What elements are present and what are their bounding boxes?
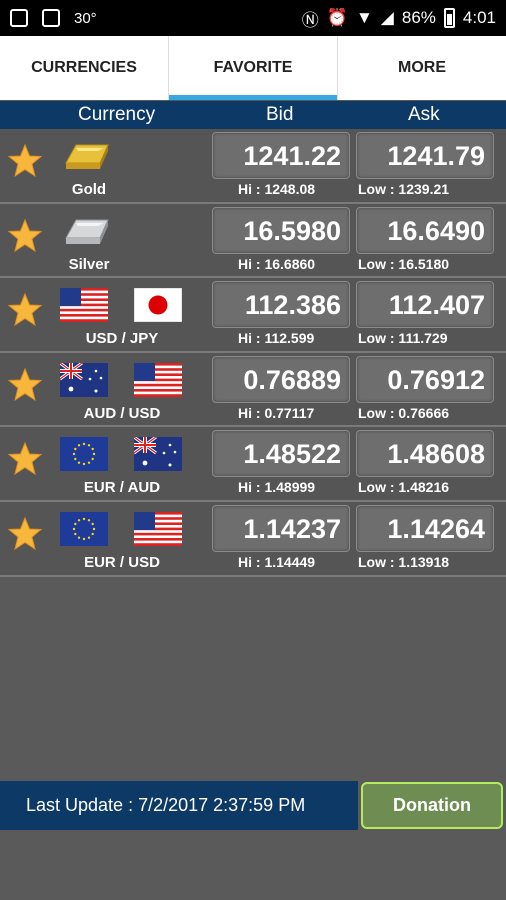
low-value: Low : 16.5180 — [358, 255, 450, 272]
ask-price: 16.6490 — [356, 206, 494, 254]
gold-bar-icon — [60, 137, 112, 173]
high-value: Hi : 16.6860 — [238, 255, 316, 272]
donation-button[interactable]: Donation — [361, 782, 503, 829]
temperature-text: 30° — [74, 9, 97, 27]
low-value: Low : 1239.21 — [358, 181, 450, 197]
column-header: Currency Bid Ask — [0, 101, 506, 129]
bid-price: 112.386 — [212, 281, 350, 329]
nfc-icon: Ⓝ — [301, 10, 319, 30]
signal-icon: ◢ — [380, 8, 394, 27]
pair-name: EUR / USD — [84, 553, 160, 571]
alarm-icon: ⏰ — [326, 8, 348, 27]
tab-favorite[interactable]: FAVORITE — [169, 36, 338, 100]
bid-price: 0.76889 — [212, 355, 350, 403]
favorite-star-icon[interactable] — [7, 143, 43, 179]
favorite-star-icon[interactable] — [7, 292, 43, 328]
high-value: Hi : 1248.08 — [238, 181, 316, 197]
japan-flag-icon — [134, 288, 182, 322]
bid-price: 1.48522 — [212, 430, 350, 478]
low-value: Low : 1.48216 — [358, 479, 450, 496]
us-flag-icon — [60, 288, 108, 322]
battery-percent: 86% — [401, 8, 436, 27]
pair-name: EUR / AUD — [83, 479, 161, 497]
ask-price: 0.76912 — [356, 355, 494, 403]
last-update-text: Last Update : 7/2/2017 2:37:59 PM — [0, 781, 358, 830]
bid-price: 1241.22 — [212, 132, 350, 179]
favorites-list: Gold 1241.22 1241.79 Hi : 1248.08 Low : … — [0, 129, 506, 577]
header-currency: Currency — [78, 104, 156, 125]
high-value: Hi : 1.14449 — [238, 553, 316, 570]
high-value: Hi : 0.77117 — [238, 404, 315, 421]
status-bar: 30° Ⓝ ⏰ ▼ ◢ 86% 4:01 — [0, 0, 506, 36]
item-name: Gold — [71, 181, 107, 198]
list-item[interactable]: Silver 16.5980 16.6490 Hi : 16.6860 Low … — [0, 203, 506, 279]
notification-icon — [10, 9, 28, 27]
tab-more[interactable]: MORE — [338, 36, 506, 100]
australia-flag-icon — [134, 437, 182, 471]
pair-name: AUD / USD — [83, 404, 161, 422]
header-ask: Ask — [408, 104, 440, 125]
us-flag-icon — [134, 512, 182, 546]
ask-price: 1.14264 — [356, 504, 494, 552]
list-item[interactable]: EUR / AUD 1.48522 1.48608 Hi : 1.48999 L… — [0, 427, 506, 502]
bid-price: 16.5980 — [212, 206, 350, 254]
item-name: Silver — [68, 255, 110, 273]
favorite-star-icon[interactable] — [7, 516, 43, 552]
battery-icon — [443, 8, 455, 28]
pair-name: USD / JPY — [85, 330, 159, 348]
favorite-star-icon[interactable] — [7, 367, 43, 403]
header-bid: Bid — [266, 104, 294, 125]
low-value: Low : 111.729 — [358, 330, 448, 347]
high-value: Hi : 1.48999 — [238, 479, 316, 496]
high-value: Hi : 112.599 — [238, 330, 315, 347]
silver-bar-icon — [60, 212, 112, 248]
australia-flag-icon — [60, 363, 108, 397]
ask-price: 112.407 — [356, 281, 494, 329]
wifi-icon: ▼ — [355, 8, 373, 27]
eu-flag-icon — [60, 512, 108, 546]
favorite-star-icon[interactable] — [7, 441, 43, 477]
low-value: Low : 0.76666 — [358, 404, 450, 421]
eu-flag-icon — [60, 437, 108, 471]
tab-currencies[interactable]: CURRENCIES — [0, 36, 169, 100]
us-flag-icon — [134, 363, 182, 397]
favorite-star-icon[interactable] — [7, 218, 43, 254]
image-icon — [42, 9, 60, 27]
ask-price: 1241.79 — [356, 132, 494, 179]
list-item[interactable]: AUD / USD 0.76889 0.76912 Hi : 0.77117 L… — [0, 352, 506, 428]
list-item[interactable]: USD / JPY 112.386 112.407 Hi : 112.599 L… — [0, 278, 506, 353]
ask-price: 1.48608 — [356, 430, 494, 478]
list-item[interactable]: Gold 1241.22 1241.79 Hi : 1248.08 Low : … — [0, 129, 506, 204]
clock-text: 4:01 — [462, 8, 496, 27]
bid-price: 1.14237 — [212, 504, 350, 552]
tab-bar: CURRENCIES FAVORITE MORE — [0, 36, 506, 100]
low-value: Low : 1.13918 — [358, 553, 450, 570]
list-item[interactable]: EUR / USD 1.14237 1.14264 Hi : 1.14449 L… — [0, 501, 506, 577]
